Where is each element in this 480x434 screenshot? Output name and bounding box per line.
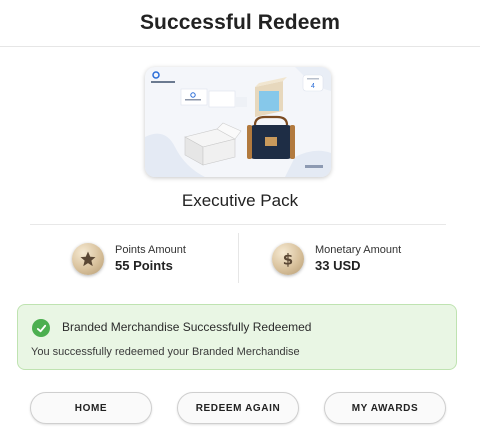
alert-message: You successfully redeemed your Branded M… [31,346,300,358]
monetary-amount-stat: $ Monetary Amount 33 USD [272,233,401,285]
executive-pack-illustration: 4 [145,67,331,177]
my-awards-button[interactable]: MY AWARDS [324,392,446,424]
svg-text:$: $ [283,250,293,268]
product-image: 4 [145,67,331,177]
points-amount-value: 55 Points [115,258,173,273]
product-name: Executive Pack [181,191,299,210]
divider [30,224,446,225]
success-alert: Branded Merchandise Successfully Redeeme… [17,304,457,370]
redeem-again-button[interactable]: REDEEM AGAIN [177,392,299,424]
star-coin-icon [72,243,104,275]
points-amount-label: Points Amount [115,244,186,256]
check-circle-icon [32,319,50,337]
page-title: Successful Redeem [139,11,341,34]
alert-title: Branded Merchandise Successfully Redeeme… [62,320,312,334]
points-amount-stat: Points Amount 55 Points [72,233,186,285]
svg-text:4: 4 [311,83,315,90]
dollar-coin-icon: $ [272,243,304,275]
stats-separator [238,233,239,283]
monetary-amount-label: Monetary Amount [315,244,402,256]
home-button[interactable]: HOME [30,392,152,424]
redeem-stats: Points Amount 55 Points $ Monetary Amoun… [30,233,446,285]
redeem-success-page: Successful Redeem 4 Executive Pack Point… [0,0,480,434]
header: Successful Redeem [0,0,480,47]
monetary-amount-value: 33 USD [315,258,361,273]
